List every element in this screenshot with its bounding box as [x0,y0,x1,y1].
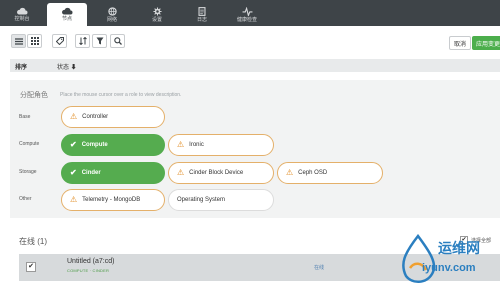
role-ceph-osd[interactable]: ⚠ Ceph OSD [277,162,383,184]
role-cinder-block-device[interactable]: ⚠ Cinder Block Device [168,162,274,184]
role-cinder[interactable]: ✔ Cinder [61,162,165,184]
role-label: Cinder Block Device [189,170,244,176]
role-label: Compute [81,142,108,148]
role-compute[interactable]: ✔ Compute [61,134,165,156]
role-label: Controller [82,114,109,120]
tab-label: 控制台 [14,16,30,22]
tab-settings[interactable]: 设置 [137,3,177,26]
sort-bar: 排序 状态 ⬇ [10,59,500,72]
warning-icon: ⚠ [177,168,185,177]
warning-icon: ⚠ [70,195,78,204]
tab-label: 节点 [61,16,72,22]
toolbar [0,26,500,59]
log-icon [198,6,206,16]
sort-icon [78,37,87,45]
tab-network[interactable]: 网络 [92,3,132,26]
warning-icon: ⚠ [177,140,185,149]
role-label: Operating System [177,197,226,203]
tab-health-check[interactable]: 健康检查 [227,3,267,26]
watermark: 运维网 iyunv.com [392,234,500,285]
watermark-logo-icon [402,234,436,283]
sort-by-status[interactable]: 状态 ⬇ [57,62,77,71]
node-roles: COMPUTE · CINDER [67,268,110,273]
tab-label: 设置 [151,16,162,23]
cloud-icon [17,7,28,15]
node-checkbox[interactable]: ✔ [26,262,36,272]
globe-icon [107,6,117,16]
list-icon [14,37,23,45]
tag-icon [55,37,64,45]
group-label-storage: Storage [19,169,37,175]
warning-icon: ⚠ [70,112,78,121]
grid-icon [30,37,39,45]
role-controller[interactable]: ⚠ Controller [61,106,165,128]
apply-changes-button[interactable]: 应用变更 [472,36,500,50]
role-label: Cinder [81,170,101,176]
sort-label: 排序 [15,65,28,71]
group-label-other: Other [19,196,32,202]
role-label: Ironic [189,142,204,148]
tab-label: 网络 [106,16,117,23]
online-nodes-title: 在线 (1) [19,237,47,246]
search-icon [113,37,122,45]
node-name: Untitled (a7:cd) [67,258,115,265]
tab-dashboard[interactable]: 控制台 [2,3,42,26]
filter-icon [96,37,103,45]
list-view-button[interactable] [11,34,26,48]
cancel-button[interactable]: 取消 [449,36,471,50]
warning-icon: ⚠ [286,168,294,177]
cloud-icon [62,7,73,15]
health-icon [242,6,252,16]
role-assignment-panel: 分配角色 Place the mouse cursor over a role … [10,80,500,218]
node-status: 在线 [314,265,325,271]
role-ironic[interactable]: ⚠ Ironic [168,134,274,156]
group-label-base: Base [19,114,31,120]
group-label-compute: Compute [19,141,40,147]
role-operating-system[interactable]: Operating System [168,189,274,211]
labels-button[interactable] [52,34,67,48]
top-nav: 控制台 节点 网络 设置 日志 健康检查 [0,0,500,26]
watermark-text-cn: 运维网 [438,240,480,256]
check-icon: ✔ [70,168,77,177]
role-telemetry-mongodb[interactable]: ⚠ Telemetry - MongoDB [61,189,165,211]
tab-label: 健康检查 [236,16,257,23]
check-icon: ✔ [70,140,77,149]
tab-label: 日志 [196,16,207,23]
grid-view-button[interactable] [27,34,42,48]
search-button[interactable] [110,34,125,48]
gear-icon [152,6,162,16]
role-label: Telemetry - MongoDB [82,197,141,203]
role-label: Ceph OSD [298,170,328,176]
tab-nodes[interactable]: 节点 [47,3,87,26]
sort-button[interactable] [75,34,90,48]
roles-title: 分配角色 [20,92,48,99]
filter-button[interactable] [92,34,107,48]
watermark-text-url: iyunv.com [422,262,476,274]
roles-hint: Place the mouse cursor over a role to vi… [60,92,182,98]
tab-logs[interactable]: 日志 [182,3,222,26]
